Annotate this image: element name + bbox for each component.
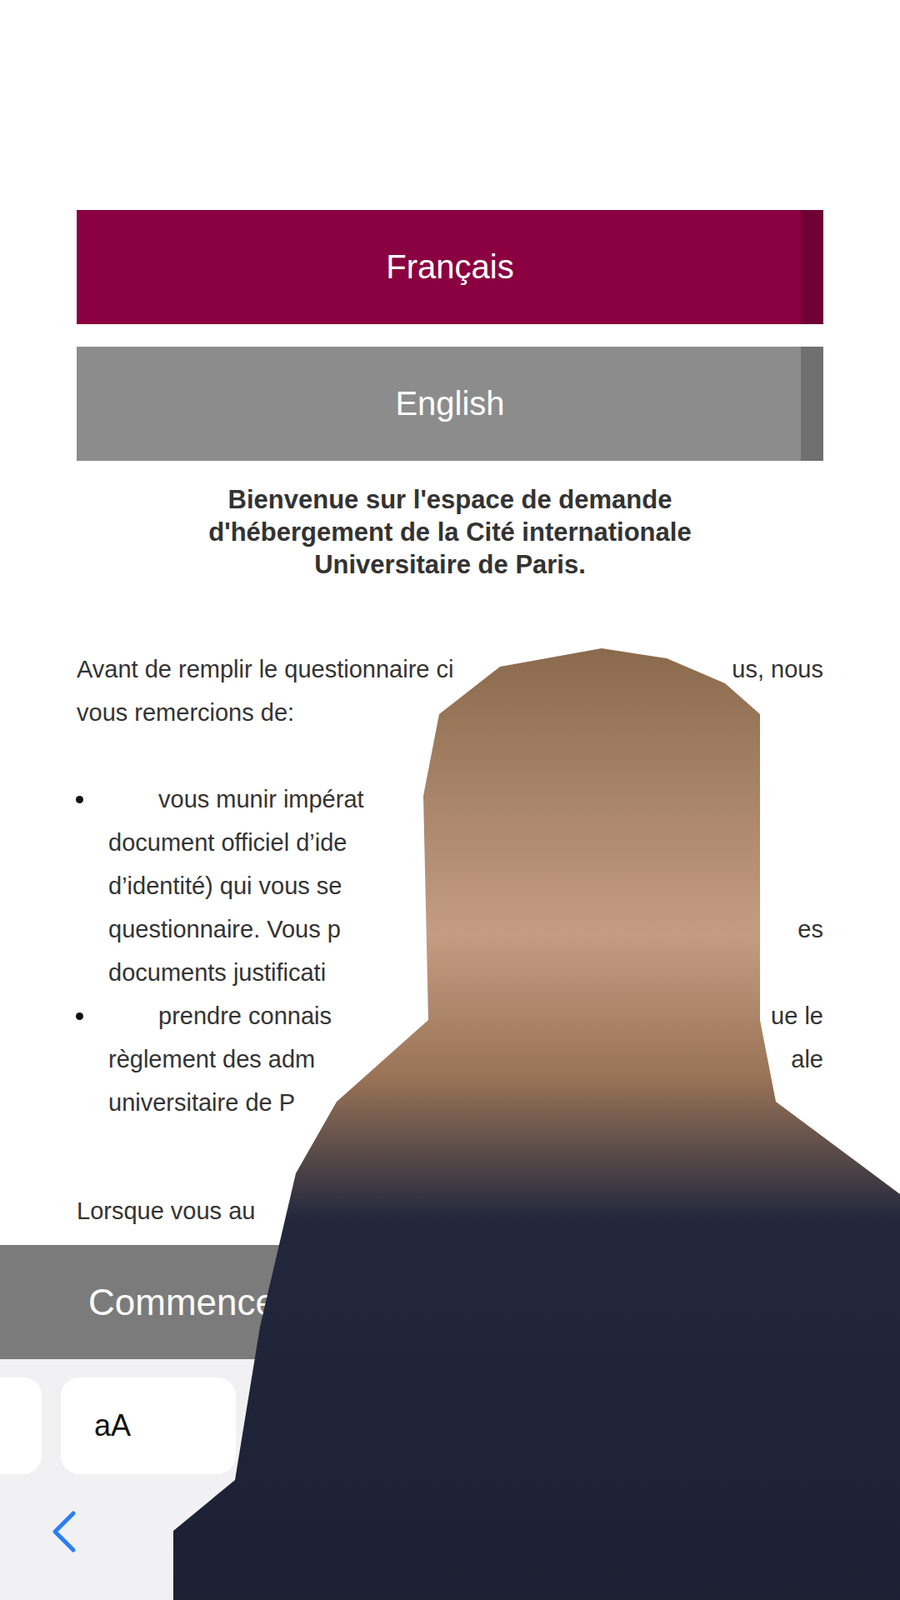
toolbar-pill[interactable] [0, 1377, 42, 1475]
browser-toolbar: aA [0, 1359, 900, 1600]
text-line: documents justificati [108, 950, 824, 995]
text-fragment: ale [790, 1037, 824, 1081]
heading-line: Universitaire de Paris. [76, 548, 824, 581]
text-line: universitaire de P [108, 1080, 824, 1125]
screen: Français English Bienvenue sur l'espace de… [0, 0, 900, 1600]
language-label: English [76, 346, 801, 461]
text-line: d’identité) qui vous se [108, 864, 824, 908]
text-line: vous remercions de: [76, 690, 824, 735]
text-fragment: d’identité) qui vous se [108, 864, 343, 908]
intro-paragraph: Avant de remplir le questionnaire ci us, … [76, 647, 824, 735]
text-line: règlement des adm ale [108, 1037, 824, 1081]
bullet-item: vous munir impératdocument officiel d’id… [76, 777, 824, 995]
welcome-heading: Bienvenue sur l'espace de demanded'héber… [76, 483, 824, 581]
text-size-label: aA [94, 1408, 131, 1444]
back-chevron-icon[interactable] [50, 1510, 79, 1554]
text-fragment: universitaire de P [108, 1080, 295, 1125]
text-line: vous munir impérat [108, 777, 824, 821]
text-fragment: questionnaire. Vous p [108, 907, 341, 951]
bullet-dot [75, 1012, 84, 1020]
heading-line: d'hébergement de la Cité internationale [76, 515, 824, 549]
text-line: questionnaire. Vous p es [108, 907, 824, 951]
text-fragment: ue le [770, 994, 824, 1038]
text-line: document officiel d’ide [108, 820, 824, 865]
text-line: prendre connais ue le [108, 994, 824, 1038]
language-button[interactable]: Français [76, 210, 824, 325]
text-fragment: règlement des adm [108, 1037, 315, 1081]
start-label: Commence [88, 1281, 276, 1324]
text-size-button[interactable]: aA [60, 1377, 236, 1475]
text-line: Avant de remplir le questionnaire ci us, … [76, 647, 824, 691]
language-label: Français [76, 210, 801, 325]
closing-line: Lorsque vous au [76, 1189, 824, 1233]
page-content: Français English Bienvenue sur l'espace de… [0, 0, 900, 1233]
text-fragment: document officiel d’ide [108, 820, 347, 865]
text-fragment: vous remercions de: [76, 690, 295, 735]
heading-line: Bienvenue sur l'espace de demande [76, 483, 824, 516]
language-button[interactable]: English [76, 346, 824, 461]
bullet-dot [75, 795, 84, 804]
text-fragment: vous munir impérat [158, 777, 365, 821]
text-fragment: documents justificati [108, 950, 326, 995]
video-overlay [0, 0, 900, 1600]
text-fragment: es [797, 907, 824, 951]
start-button[interactable]: Commence [0, 1245, 900, 1360]
bullet-item: prendre connais ue le règlement des adm ale… [76, 994, 824, 1125]
text-fragment: Avant de remplir le questionnaire ci [76, 647, 454, 691]
button-edge [800, 346, 824, 461]
button-edge [800, 210, 824, 325]
text-fragment: prendre connais [158, 994, 332, 1038]
text-fragment: us, nous [731, 647, 824, 691]
bullet-list: vous munir impératdocument officiel d’id… [76, 777, 824, 1125]
